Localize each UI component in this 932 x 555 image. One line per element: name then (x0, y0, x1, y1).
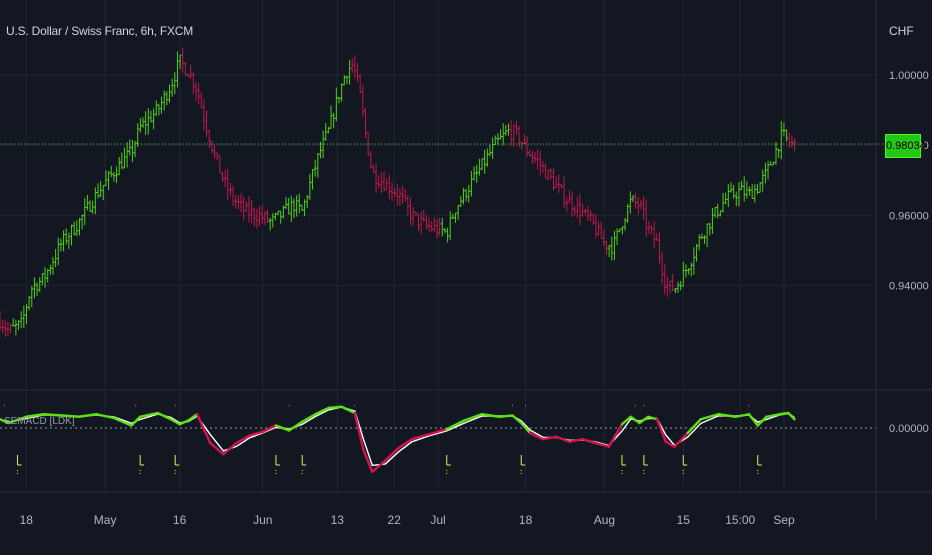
last-price-badge[interactable]: 0.98034 (885, 134, 926, 158)
x-tick-label: 13 (331, 513, 345, 527)
macd-segment (195, 413, 212, 445)
currency-label: CHF (889, 24, 914, 38)
x-tick-label: Sep (773, 513, 795, 527)
y-tick-label: 0.96000 (889, 210, 929, 222)
x-tick-label: 15 (677, 513, 691, 527)
signal-line (0, 406, 795, 467)
macd-segment (371, 459, 387, 473)
chart-title: U.S. Dollar / Swiss Franc, 6h, FXCM (6, 24, 194, 38)
y-tick-label: 0.94000 (889, 280, 929, 292)
macd-segment (673, 431, 689, 448)
x-tick-label: 16 (173, 513, 187, 527)
top-marker: ' (354, 403, 356, 413)
axis-layer: 1.000000.980000.960000.9400018May16Jun13… (20, 70, 929, 527)
macd-segment (77, 413, 98, 418)
macd-segment (747, 413, 759, 427)
x-tick-label: Jul (430, 513, 445, 527)
top-marker: ' (135, 403, 137, 413)
osc-tick-label: 0.00000 (889, 423, 929, 435)
top-marker: ' (174, 403, 176, 413)
top-marker: ' (4, 403, 6, 413)
price-layer (0, 47, 885, 338)
top-marker: ' (634, 403, 636, 413)
y-tick-label: 1.00000 (889, 70, 929, 82)
x-tick-label: 18 (519, 513, 533, 527)
top-marker: ' (288, 403, 290, 413)
macd-segment (222, 441, 238, 456)
chart-root: '''''''''' 1.000000.980000.960000.940001… (0, 0, 932, 550)
macd-segment (511, 414, 523, 425)
x-tick-label: Jun (253, 513, 272, 527)
macd-segment (327, 405, 343, 410)
x-tick-label: Aug (594, 513, 615, 527)
top-marker: ' (748, 403, 750, 413)
oscillator-label: SEMACD [LDK] (4, 416, 75, 427)
macd-segment (638, 415, 650, 425)
grid-layer (0, 0, 932, 520)
macd-segment (353, 411, 365, 452)
macd-segment (778, 411, 790, 416)
macd-segment (130, 415, 142, 427)
macd-segment (498, 414, 514, 418)
x-tick-label: 22 (388, 513, 402, 527)
top-marker: ' (512, 403, 514, 413)
x-tick-label: May (94, 513, 117, 527)
chart-canvas: '''''''''' 1.000000.980000.960000.940001… (0, 0, 932, 527)
x-tick-label: 15:00 (725, 513, 755, 527)
macd-segment (287, 420, 304, 432)
macd-segment (734, 413, 751, 418)
top-marker: ' (525, 403, 527, 413)
x-tick-label: 18 (20, 513, 34, 527)
macd-segment (655, 418, 667, 443)
macd-segment (156, 411, 173, 421)
top-marker: ' (643, 403, 645, 413)
